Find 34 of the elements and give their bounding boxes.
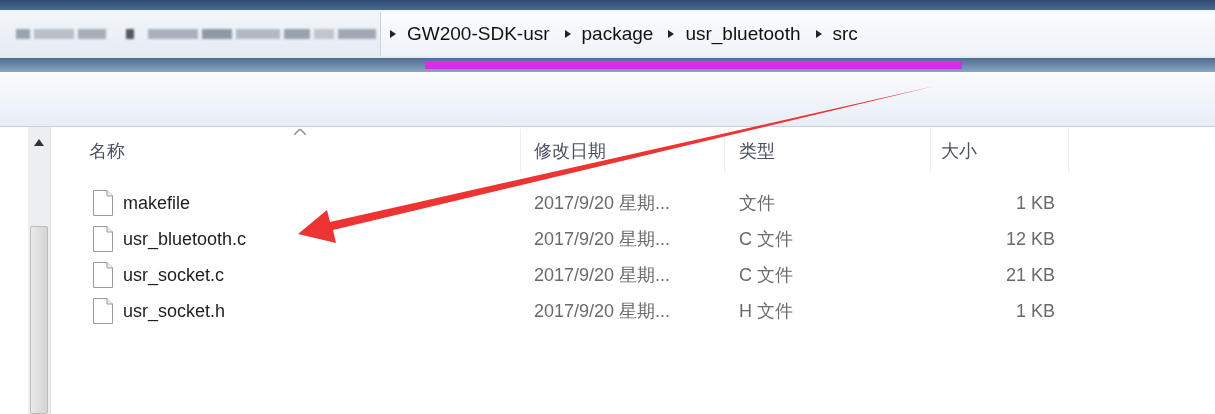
file-size: 1 KB (1015, 300, 1055, 321)
file-type: C 文件 (739, 229, 793, 249)
file-name[interactable]: usr_socket.h (123, 300, 226, 322)
address-bar[interactable]: GW200-SDK-usr package usr_bluetooth src (380, 12, 1215, 56)
file-icon (93, 262, 113, 288)
file-icon (93, 226, 113, 252)
modified-date: 2017/9/20 星期... (534, 301, 671, 321)
chevron-icon[interactable] (563, 29, 572, 39)
breadcrumb[interactable]: src (832, 23, 858, 45)
file-size: 12 KB (1005, 228, 1055, 249)
chevron-icon[interactable] (814, 29, 823, 39)
file-icon (93, 190, 113, 216)
chevron-icon[interactable] (667, 29, 676, 39)
file-size: 1 KB (1015, 192, 1055, 213)
breadcrumb[interactable]: package (581, 23, 654, 45)
up-arrow-icon[interactable] (34, 139, 44, 146)
breadcrumb[interactable]: GW200-SDK-usr (407, 23, 550, 45)
column-header[interactable]: 大小 (931, 129, 1069, 173)
file-type: 文件 (739, 193, 775, 213)
file-icon (93, 298, 113, 324)
file-name[interactable]: usr_socket.c (123, 264, 225, 286)
modified-date: 2017/9/20 星期... (534, 265, 671, 285)
modified-date: 2017/9/20 星期... (534, 229, 671, 249)
file-type: C 文件 (739, 265, 793, 285)
chevron-icon[interactable] (389, 29, 397, 39)
file-name[interactable]: usr_bluetooth.c (123, 228, 247, 250)
modified-date: 2017/9/20 星期... (534, 193, 671, 213)
file-size: 21 KB (1005, 264, 1055, 285)
scroll-thumb[interactable] (30, 226, 48, 414)
scrollbar[interactable] (28, 127, 51, 414)
breadcrumb[interactable]: usr_bluetooth (685, 23, 801, 45)
file-type: H 文件 (739, 301, 793, 321)
column-header[interactable]: 名称 (89, 129, 521, 173)
file-name[interactable]: makefile (123, 192, 191, 214)
